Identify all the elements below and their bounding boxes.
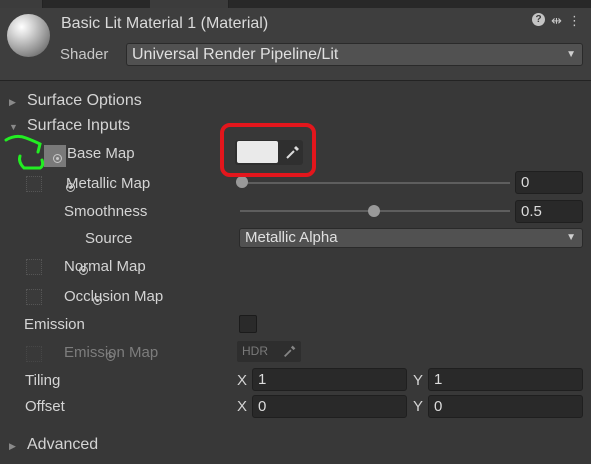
metallic-slider-track[interactable] [240,182,510,184]
tiling-y-field[interactable]: 1 [428,368,583,391]
base-map-color-swatch[interactable] [237,141,278,163]
foldout-collapsed-icon[interactable]: ▶ [9,97,16,108]
material-preview-sphere[interactable] [7,14,50,57]
smoothness-value-field[interactable]: 0.5 [515,200,583,223]
shader-value: Universal Render Pipeline/Lit [132,46,339,63]
shader-label: Shader [60,46,109,63]
offset-y-field[interactable]: 0 [428,395,583,418]
emission-checkbox[interactable] [239,315,257,333]
source-value: Metallic Alpha [245,229,338,246]
surface-options-foldout[interactable]: Surface Options [27,92,142,110]
occlusion-map-label: Occlusion Map [64,288,164,305]
source-dropdown[interactable]: Metallic Alpha ▼ [239,228,583,248]
more-icon[interactable]: ⋮ [568,13,581,29]
green-highlight-mark [4,134,45,170]
base-map-label: Base Map [67,145,135,162]
smoothness-label: Smoothness [64,203,148,220]
metallic-map-texture-slot[interactable] [26,176,42,192]
offset-x-field[interactable]: 0 [252,395,407,418]
eyedropper-icon[interactable] [284,143,302,161]
inspector-tab-strip [0,0,591,8]
occlusion-map-texture-slot[interactable] [26,289,42,305]
surface-inputs-foldout[interactable]: Surface Inputs [27,117,130,135]
header-icons: ? ⇹ ⋮ [532,13,581,29]
source-label: Source [85,230,133,247]
normal-map-texture-slot[interactable] [26,259,42,275]
inspector-tab[interactable] [0,0,43,8]
shader-dropdown[interactable]: Universal Render Pipeline/Lit ▼ [126,43,583,66]
metallic-slider-thumb[interactable] [236,176,248,188]
hdr-label: HDR [242,344,268,358]
emission-map-texture-slot [26,346,42,362]
sliders-icon[interactable]: ⇹ [551,13,562,29]
tiling-x-field[interactable]: 1 [252,368,407,391]
tiling-y-label: Y [413,372,424,389]
foldout-expanded-icon[interactable]: ▼ [9,122,18,132]
chevron-down-icon: ▼ [566,49,576,60]
object-picker-icon[interactable] [53,154,62,163]
chevron-down-icon: ▼ [566,232,576,243]
advanced-foldout[interactable]: Advanced [27,436,98,454]
offset-label: Offset [25,398,65,415]
tiling-label: Tiling [25,372,61,389]
smoothness-slider-thumb[interactable] [368,205,380,217]
help-icon[interactable]: ? [532,13,546,26]
offset-y-label: Y [413,398,424,415]
eyedropper-icon [284,345,296,357]
material-title: Basic Lit Material 1 (Material) [61,15,269,32]
foldout-collapsed-icon[interactable]: ▶ [9,441,16,452]
emission-map-label: Emission Map [64,344,159,361]
metallic-map-label: Metallic Map [66,175,151,192]
tiling-x-label: X [237,372,248,389]
emission-label: Emission [24,316,85,333]
normal-map-label: Normal Map [64,258,146,275]
inspector-tab[interactable] [150,0,229,8]
offset-x-label: X [237,398,248,415]
metallic-value-field[interactable]: 0 [515,171,583,194]
